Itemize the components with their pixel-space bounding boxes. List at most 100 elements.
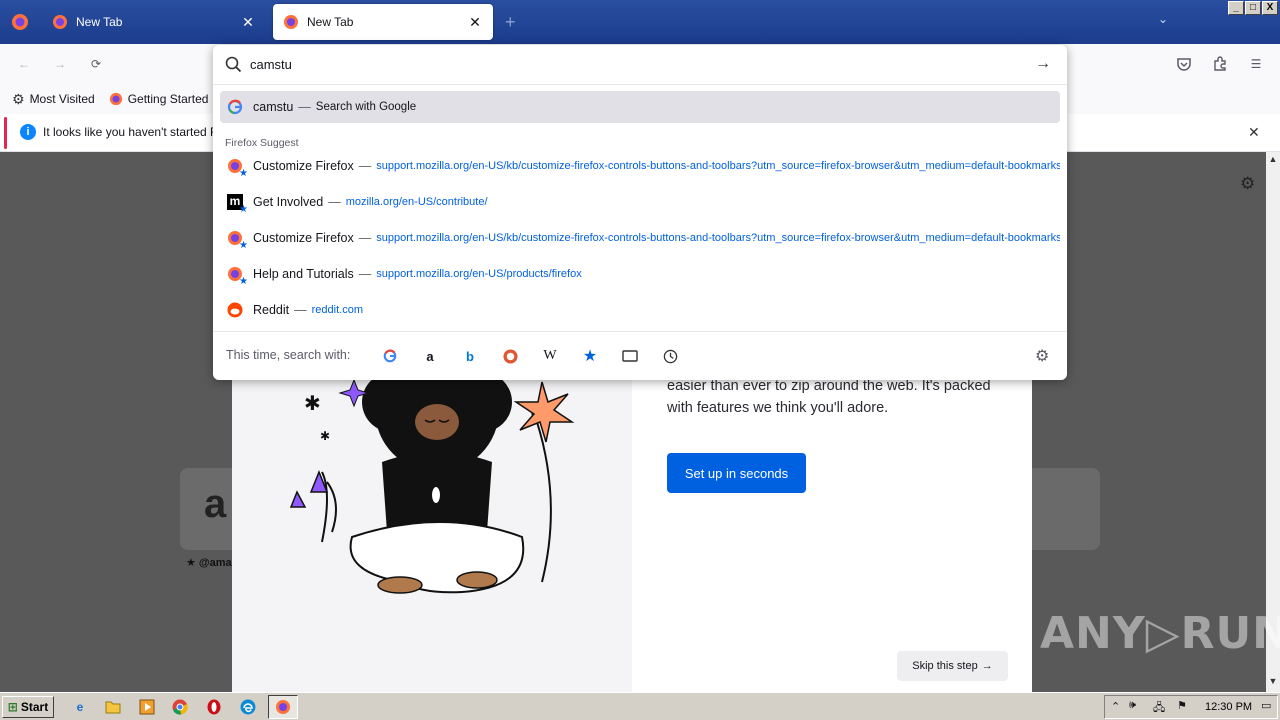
firefox-bookmark-icon: ★ xyxy=(227,266,248,287)
taskbar-firefox-button[interactable] xyxy=(268,695,298,719)
firefox-icon xyxy=(53,15,67,29)
separator-dash: — xyxy=(294,303,307,317)
suggestion-row[interactable]: ★ Help and Tutorials — support.mozilla.o… xyxy=(220,258,1060,290)
search-term: camstu xyxy=(253,100,294,114)
notice-stripe xyxy=(4,117,7,149)
info-icon: i xyxy=(20,124,36,140)
windows-logo-icon: ⊞ xyxy=(7,700,18,714)
tab-new-tab-1[interactable]: New Tab ✕ xyxy=(42,4,266,40)
firefox-suggest-label: Firefox Suggest xyxy=(225,137,299,149)
search-action: Search with Google xyxy=(315,101,417,113)
bing-icon[interactable]: b xyxy=(458,344,482,368)
close-tab-icon[interactable]: ✕ xyxy=(240,14,256,30)
forward-arrow-icon[interactable]: → xyxy=(50,54,70,74)
new-tab-plus-icon[interactable]: + xyxy=(505,12,516,33)
start-label: Start xyxy=(20,700,49,714)
opera-icon[interactable] xyxy=(204,697,224,717)
firefox-icon xyxy=(109,92,122,106)
media-player-icon[interactable] xyxy=(137,697,157,717)
dialog-body-text: easier than ever to zip around the web. … xyxy=(667,378,991,416)
firefox-icon xyxy=(276,700,290,714)
separator-dash: — xyxy=(298,100,311,114)
skip-button[interactable]: Skip this step → xyxy=(897,651,1008,681)
menu-icon[interactable]: ☰ xyxy=(1246,54,1266,74)
extensions-icon[interactable] xyxy=(1210,54,1230,74)
pocket-icon[interactable] xyxy=(1174,54,1194,74)
suggestion-title: Customize Firefox xyxy=(253,159,354,173)
suggestion-row[interactable]: Reddit — reddit.com xyxy=(220,294,1060,326)
clock[interactable]: 12:30 PM xyxy=(1205,701,1252,713)
suggestion-url: support.mozilla.org/en-US/kb/customize-f… xyxy=(376,232,1060,244)
edge-icon[interactable] xyxy=(238,697,258,717)
bookmarks-icon[interactable]: ★ xyxy=(578,344,602,368)
skip-label: Skip this step xyxy=(912,660,978,672)
suggestion-row[interactable]: m ★ Get Involved — mozilla.org/en-US/cont… xyxy=(220,186,1060,218)
scroll-down-icon[interactable]: ▼ xyxy=(1266,676,1280,690)
suggestion-title: Customize Firefox xyxy=(253,231,354,245)
tab-new-tab-2[interactable]: New Tab ✕ xyxy=(273,4,493,40)
separator-dash: — xyxy=(358,159,372,173)
tab-title: New Tab xyxy=(307,15,354,29)
one-off-label: This time, search with: xyxy=(226,348,351,362)
history-icon[interactable] xyxy=(658,344,682,368)
close-icon[interactable]: ✕ xyxy=(1248,124,1260,141)
bookmark-most-visited[interactable]: ⚙ Most Visited xyxy=(12,91,95,108)
window-controls: _ □ X xyxy=(1228,1,1278,15)
taskbar: ⊞ Start e ⌃ 🕪 🖧 ⚑ 12:30 PM ▭ xyxy=(0,692,1280,720)
reddit-icon xyxy=(227,302,243,318)
close-tab-icon[interactable]: ✕ xyxy=(467,14,483,30)
wikipedia-icon[interactable]: W xyxy=(538,344,562,368)
url-input[interactable] xyxy=(250,53,1010,75)
ie-icon[interactable]: e xyxy=(70,697,90,717)
firefox-bookmark-icon: ★ xyxy=(227,158,248,179)
duckduckgo-icon[interactable] xyxy=(498,344,522,368)
amazon-logo-icon: a xyxy=(204,482,227,526)
start-button[interactable]: ⊞ Start xyxy=(2,696,54,718)
setup-button[interactable]: Set up in seconds xyxy=(667,453,806,493)
flag-icon[interactable]: ⚑ xyxy=(1177,699,1187,712)
suggestion-row[interactable]: ★ Customize Firefox — support.mozilla.or… xyxy=(220,222,1060,254)
suggestion-row[interactable]: ★ Customize Firefox — support.mozilla.or… xyxy=(220,150,1060,182)
tabs-icon[interactable] xyxy=(618,344,642,368)
url-bar-popup: → camstu — Search with Google Firefox Su… xyxy=(213,45,1067,380)
bookmark-label: Getting Started xyxy=(127,92,209,106)
google-icon[interactable] xyxy=(378,344,402,368)
separator-dash: — xyxy=(328,195,341,209)
minimize-button[interactable]: _ xyxy=(1228,1,1244,15)
gear-icon: ⚙ xyxy=(12,90,25,107)
chrome-icon[interactable] xyxy=(170,697,190,717)
back-arrow-icon[interactable]: ← xyxy=(14,54,34,74)
notice-message: It looks like you haven't started Fire xyxy=(43,125,231,139)
search-with-google-row[interactable]: camstu — Search with Google xyxy=(220,91,1060,123)
firefox-view-button[interactable] xyxy=(0,0,40,44)
go-arrow-icon[interactable]: → xyxy=(1035,55,1051,73)
one-off-search-bar: This time, search with: a b W ★ ⚙ xyxy=(213,331,1067,380)
shortcut-label: ★ @ama xyxy=(186,557,232,569)
network-icon[interactable]: 🖧 xyxy=(1153,699,1165,718)
tab-strip: New Tab ✕ New Tab ✕ + ⌄ _ □ X xyxy=(0,0,1280,44)
gear-icon[interactable]: ⚙ xyxy=(1240,174,1255,194)
google-icon xyxy=(227,99,243,115)
url-input-row: → xyxy=(213,45,1067,85)
volume-icon[interactable]: 🕪 xyxy=(1129,699,1136,712)
tray-expand-icon[interactable]: ⌃ xyxy=(1111,700,1120,713)
close-window-button[interactable]: X xyxy=(1262,1,1278,15)
folder-icon[interactable] xyxy=(103,697,123,717)
mozilla-bookmark-icon: m ★ xyxy=(227,194,248,215)
scroll-up-icon[interactable]: ▲ xyxy=(1266,154,1280,168)
suggestion-title: Help and Tutorials xyxy=(253,267,354,281)
svg-text:✱: ✱ xyxy=(304,393,321,415)
amazon-icon[interactable]: a xyxy=(418,344,442,368)
suggestion-title: Reddit xyxy=(253,303,290,317)
suggestion-title: Get Involved xyxy=(253,195,324,209)
maximize-button[interactable]: □ xyxy=(1245,1,1261,15)
bookmark-label: Most Visited xyxy=(29,92,95,106)
firefox-icon xyxy=(284,15,298,29)
firefox-icon xyxy=(12,14,28,30)
reload-icon[interactable]: ⟳ xyxy=(86,54,106,74)
show-desktop-icon[interactable]: ▭ xyxy=(1261,699,1271,712)
chevron-down-icon[interactable]: ⌄ xyxy=(1158,12,1168,26)
bookmark-getting-started[interactable]: Getting Started xyxy=(109,92,209,106)
search-icon xyxy=(225,56,242,73)
search-settings-gear-icon[interactable]: ⚙ xyxy=(1035,346,1049,366)
